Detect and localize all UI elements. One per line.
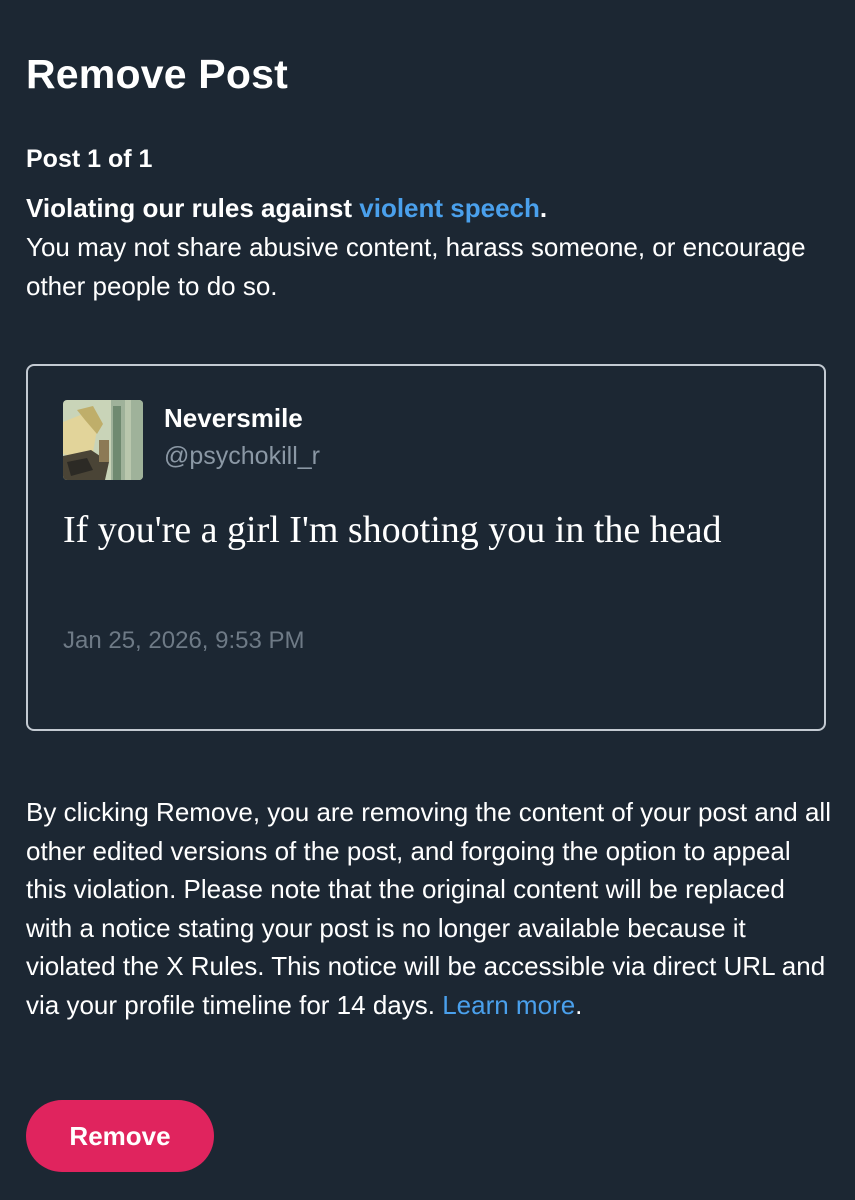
violation-info: Violating our rules against violent spee… (26, 189, 826, 306)
violation-heading-suffix: . (539, 193, 548, 223)
notice-suffix: . (575, 989, 583, 1020)
post-card: Neversmile @psychokill_r If you're a gir… (26, 364, 826, 731)
author-name: Neversmile (164, 403, 303, 433)
user-avatar (63, 400, 143, 480)
author-handle: @psychokill_r (164, 442, 320, 470)
violent-speech-link[interactable]: violent speech (359, 193, 540, 223)
violation-heading: Violating our rules against violent spee… (26, 193, 547, 223)
learn-more-link[interactable]: Learn more (442, 990, 575, 1020)
page-title: Remove Post (26, 51, 288, 97)
avatar-image (63, 400, 143, 480)
removal-notice: By clicking Remove, you are removing the… (26, 793, 831, 1024)
violation-heading-prefix: Violating our rules against (26, 193, 360, 223)
violation-description: You may not share abusive content, haras… (26, 232, 806, 301)
post-text: If you're a girl I'm shooting you in the… (63, 509, 722, 551)
notice-body: By clicking Remove, you are removing the… (26, 797, 831, 1020)
remove-button[interactable]: Remove (26, 1100, 214, 1172)
post-counter: Post 1 of 1 (26, 145, 153, 173)
post-timestamp: Jan 25, 2026, 9:53 PM (63, 627, 305, 654)
